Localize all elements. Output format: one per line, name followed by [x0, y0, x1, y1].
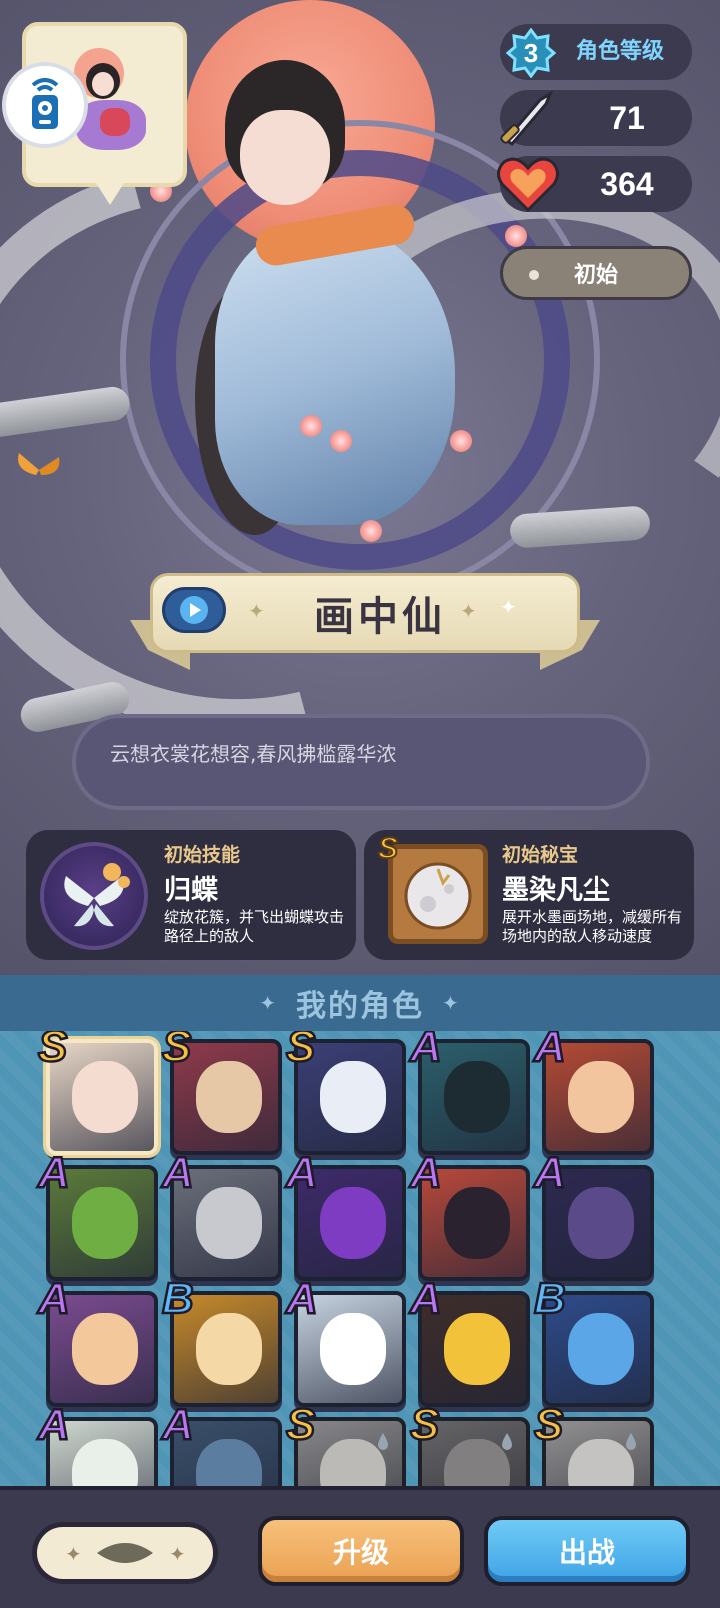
hero-rank-badge: S	[161, 1031, 193, 1072]
butterfly-icon	[18, 453, 60, 475]
hero-rank-badge: A	[161, 1399, 195, 1450]
hero-name-banner: ✦ ✦ ✦ 画中仙	[130, 565, 600, 675]
hero-name: 画中仙	[314, 593, 446, 640]
hero-rank-badge: A	[285, 1147, 319, 1198]
svg-text:✦: ✦	[169, 1542, 186, 1566]
hero-state-toggle[interactable]: 初始	[500, 246, 692, 300]
remote-control-button[interactable]	[2, 62, 88, 148]
hero-tile-portrait	[196, 1313, 262, 1385]
hero-tile-portrait	[72, 1187, 138, 1259]
wing-right-icon: ✦	[442, 991, 461, 1015]
hero-tile-portrait	[568, 1187, 634, 1259]
hero-rank-badge: B	[533, 1273, 567, 1324]
treasure-name: 墨染凡尘	[502, 875, 610, 906]
filter-emblem-icon: ✦ ✦	[65, 1542, 186, 1566]
hero-tile-portrait	[444, 1061, 510, 1133]
level-badge: 3	[506, 28, 556, 78]
treasure-description: 展开水墨画场地，减缓所有场地内的敌人移动速度	[502, 908, 683, 945]
remote-icon	[31, 78, 59, 129]
hero-rank-badge: A	[533, 1031, 567, 1072]
treasure-kicker: 初始秘宝	[502, 844, 579, 866]
hero-rank-badge: A	[409, 1031, 443, 1072]
level-label: 角色等级	[576, 39, 665, 64]
upgrade-button[interactable]: 升级	[258, 1516, 464, 1586]
hero-rank-badge: B	[161, 1273, 195, 1324]
hero-tile-portrait	[320, 1313, 386, 1385]
treasure-orb-icon	[388, 844, 488, 944]
hero-rank-badge: S	[409, 1399, 441, 1450]
hero-tile-portrait	[444, 1187, 510, 1259]
wing-left-icon: ✦	[259, 991, 278, 1015]
level-value: 3	[523, 37, 539, 68]
hero-rank-badge: A	[37, 1399, 71, 1450]
hero-rank-badge: A	[409, 1273, 443, 1324]
hero-tile-portrait	[196, 1061, 262, 1133]
hero-tile-portrait	[568, 1313, 634, 1385]
hero-rank-badge: S	[37, 1031, 69, 1072]
sort-filter-button[interactable]: ✦ ✦	[32, 1522, 218, 1584]
play-icon	[180, 596, 208, 624]
lock-icon	[626, 1433, 636, 1450]
hero-tile-portrait	[196, 1187, 262, 1259]
hero-tile-portrait	[72, 1061, 138, 1133]
hero-tile-portrait	[320, 1061, 386, 1133]
hero-tile-portrait	[444, 1313, 510, 1385]
health-value: 364	[600, 165, 654, 202]
treasure-rank: S	[377, 831, 399, 866]
attack-stat-pill: 71	[500, 90, 692, 146]
skill-kicker: 初始技能	[164, 844, 241, 866]
health-stat-pill: 364	[497, 156, 692, 213]
hero-tile-portrait	[320, 1187, 386, 1259]
play-voice-button[interactable]	[162, 587, 226, 633]
hero-level-pill: 3 角色等级	[500, 24, 692, 80]
hero-tile-portrait	[568, 1061, 634, 1133]
bottom-action-bar: ✦ ✦ 升级 出战	[0, 1486, 720, 1608]
roster-title: 我的角色	[296, 989, 424, 1024]
lock-icon	[502, 1433, 512, 1450]
hero-showcase: 3 角色等级 71 364 初始 ✦ ✦ ✦ 画中仙 云想衣裳花想容,春风拂槛露…	[0, 0, 720, 975]
skill-butterfly-icon	[40, 842, 148, 950]
skill-name: 归蝶	[164, 875, 218, 906]
hero-rank-badge: A	[37, 1273, 71, 1324]
deploy-button[interactable]: 出战	[484, 1516, 690, 1586]
hero-roster-grid[interactable]: S S S A A A A A A A A B A A B A A S S S	[0, 1031, 720, 1486]
initial-skill-card[interactable]: 初始技能 归蝶 绽放花簇，并飞出蝴蝶攻击路径上的敌人	[26, 830, 356, 960]
roster-header: ✦ 我的角色 ✦	[0, 975, 720, 1031]
hero-rank-badge: S	[285, 1031, 317, 1072]
lock-icon	[378, 1433, 388, 1450]
hero-rank-badge: A	[533, 1147, 567, 1198]
hero-tile-portrait	[72, 1313, 138, 1385]
attack-value: 71	[609, 99, 645, 136]
state-label: 初始	[573, 263, 618, 288]
svg-text:✦: ✦	[65, 1542, 82, 1566]
hero-rank-badge: A	[409, 1147, 443, 1198]
hero-rank-badge: S	[533, 1399, 565, 1450]
hero-rank-badge: S	[285, 1399, 317, 1450]
sword-icon	[500, 90, 554, 146]
hero-rank-badge: A	[285, 1273, 319, 1324]
hero-rank-badge: A	[37, 1147, 71, 1198]
initial-treasure-card[interactable]: S 初始秘宝 墨染凡尘 展开水墨画场地，减缓所有场地内的敌人移动速度	[364, 830, 694, 960]
skill-description: 绽放花簇，并飞出蝴蝶攻击路径上的敌人	[164, 908, 345, 945]
hero-rank-badge: A	[161, 1147, 195, 1198]
hero-quote: 云想衣裳花想容,春风拂槛露华浓	[110, 742, 397, 766]
heart-icon	[497, 157, 559, 213]
hero-quote-box: 云想衣裳花想容,春风拂槛露华浓	[72, 714, 650, 810]
